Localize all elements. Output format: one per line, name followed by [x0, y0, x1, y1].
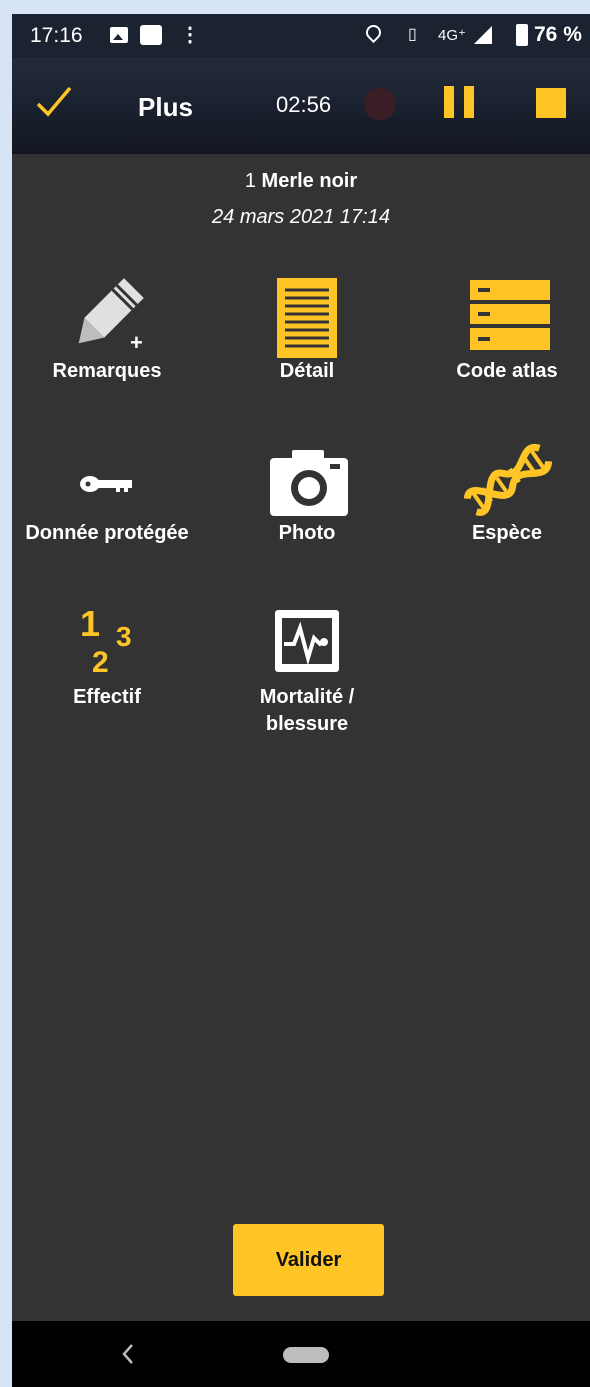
location-icon — [362, 21, 385, 44]
heart-monitor-icon — [275, 610, 339, 672]
svg-text:3: 3 — [116, 621, 132, 652]
page-title: Plus — [138, 92, 193, 122]
numbers-icon: 1 3 2 — [80, 603, 132, 679]
recording-timer: 02:56 — [276, 92, 332, 117]
status-time: 17:16 — [30, 24, 83, 47]
status-bar: 17:16 ⋮ ▯ 4G⁺ 76 % — [12, 14, 590, 58]
tile-label: Donnée protégée — [25, 522, 189, 544]
tile-mortalite[interactable]: Mortalité / blessure — [212, 596, 402, 756]
document-icon — [277, 278, 337, 358]
camera-icon — [270, 450, 348, 516]
observation-datetime: 24 mars 2021 17:14 — [212, 206, 390, 228]
more-icon: ⋮ — [180, 24, 200, 46]
tile-donnee-protegee[interactable]: Donnée protégée — [12, 432, 202, 592]
tile-label: Photo — [278, 522, 336, 544]
observation-count: 1 — [244, 170, 256, 192]
tile-label: Mortalité / blessure — [202, 684, 412, 738]
phone-screen: 17:16 ⋮ ▯ 4G⁺ 76 % Plus 02:56 1 Merle no… — [12, 14, 590, 1387]
tile-label: Remarques — [52, 360, 162, 382]
signal-icon — [474, 26, 492, 44]
dna-icon — [463, 443, 553, 516]
observation-species: Merle noir — [261, 170, 358, 192]
key-icon — [80, 476, 132, 492]
list-code-icon — [470, 280, 550, 350]
tile-photo[interactable]: Photo — [212, 432, 402, 592]
image-icon — [110, 27, 128, 43]
observation-summary: 1 Merle noir — [12, 170, 590, 193]
back-icon[interactable] — [116, 1339, 140, 1369]
home-pill-icon[interactable] — [283, 1347, 329, 1363]
tile-label: Code atlas — [456, 360, 558, 382]
network-type: 4G⁺ — [438, 27, 466, 44]
pause-icon[interactable] — [444, 86, 474, 118]
app-icon — [140, 25, 162, 45]
battery-percent: 76 % — [534, 23, 582, 46]
tile-label: Effectif — [73, 686, 141, 708]
validate-button[interactable]: Valider — [233, 1224, 384, 1296]
tile-label: Détail — [279, 360, 335, 382]
tile-remarques[interactable]: + Remarques — [12, 270, 202, 430]
tile-label-line2: blessure — [265, 713, 349, 735]
tile-espece[interactable]: Espèce — [412, 432, 590, 592]
svg-text:+: + — [130, 330, 143, 355]
battery-icon — [516, 24, 528, 46]
pencil-plus-icon: + — [78, 278, 144, 355]
navigation-bar — [12, 1321, 590, 1387]
check-icon[interactable] — [34, 82, 74, 122]
stop-icon[interactable] — [536, 88, 566, 118]
record-icon[interactable] — [364, 88, 396, 120]
tile-label: Espèce — [471, 522, 543, 544]
svg-text:1: 1 — [80, 603, 100, 644]
tile-code-atlas[interactable]: Code atlas — [412, 270, 590, 430]
tile-effectif[interactable]: 1 3 2 Effectif — [12, 596, 202, 756]
svg-text:2: 2 — [92, 646, 109, 679]
tile-detail[interactable]: Détail — [212, 270, 402, 430]
tile-label-line1: Mortalité / — [259, 686, 355, 708]
app-bar: Plus 02:56 — [12, 58, 590, 154]
vibrate-icon: ▯ — [408, 26, 417, 43]
